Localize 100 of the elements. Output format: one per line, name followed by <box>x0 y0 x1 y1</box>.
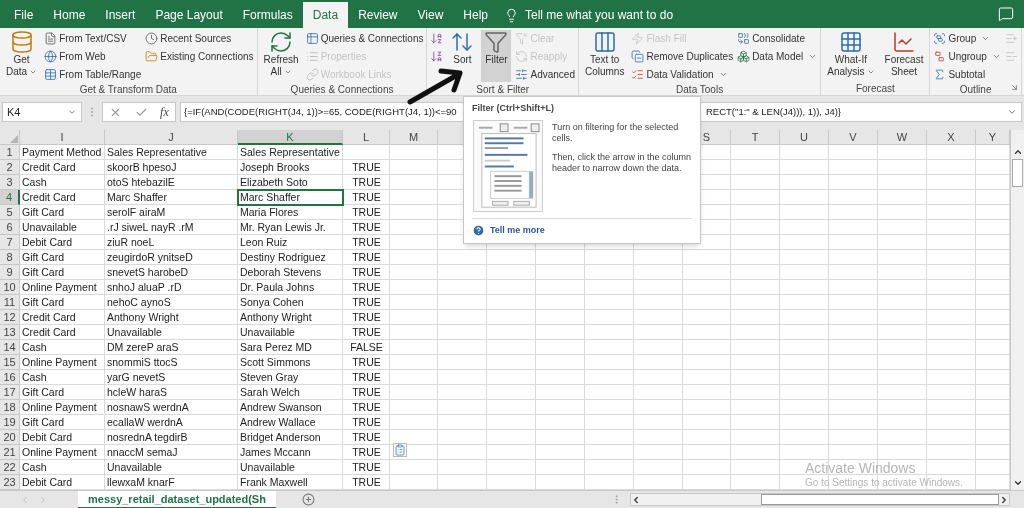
table-cell-text: Steven Gray <box>239 370 300 385</box>
table-cell-text: .rJ siweL nayR .rM <box>106 220 195 235</box>
table-cell-text: Cash <box>21 370 48 385</box>
table-cell-text: ecallaW werdnA <box>106 415 184 430</box>
table-cell-text: TRUE <box>351 370 382 385</box>
table-cell-text: FALSE <box>349 340 384 355</box>
table-cell-text: Mr. Ryan Lewis Jr. <box>239 220 327 235</box>
tooltip-text: Turn on filtering for the selected cells. <box>552 121 680 144</box>
table-cell-text: TRUE <box>351 265 382 280</box>
table-cell-text: Cash <box>21 340 48 355</box>
table-cell-text: Credit Card <box>21 310 77 325</box>
table-cell-text: yarG nevetS <box>106 370 167 385</box>
table-cell-text: Frank Maxwell <box>239 475 309 490</box>
table-cell-text: DM zereP araS <box>106 340 180 355</box>
table-cell-text: Andrew Swanson <box>239 400 323 415</box>
table-cell-text: TRUE <box>351 310 382 325</box>
group-label: Get & Transform Data <box>79 83 177 97</box>
table-cell-text: Credit Card <box>21 190 77 205</box>
group-label: Queries & Connections <box>290 83 394 97</box>
table-cell-text: Gift Card <box>21 250 65 265</box>
table-cell-text: TRUE <box>351 385 382 400</box>
table-cell-text: TRUE <box>351 325 382 340</box>
table-cell-text: Online Payment <box>21 400 98 415</box>
table-cell-text: Debit Card <box>21 235 74 250</box>
table-cell-text: Anthony Wright <box>106 310 180 325</box>
tooltip-title: Filter (Ctrl+Shift+L) <box>472 102 555 115</box>
table-cell-text: snevetS harobeD <box>106 265 190 280</box>
table-cell-text: Unavailable <box>106 325 163 340</box>
table-cell-text: Marc Shaffer <box>106 190 168 205</box>
table-cell-text: Joseph Brooks <box>239 160 311 175</box>
table-cell-text: Unavailable <box>239 460 296 475</box>
table-cell-text: hcleW haraS <box>106 385 169 400</box>
table-cell-text: Bridget Anderson <box>239 430 322 445</box>
table-cell-text: Gift Card <box>21 265 65 280</box>
table-cell-text: TRUE <box>351 235 382 250</box>
table-cell-text: Anthony Wright <box>239 310 313 325</box>
table-cell-text: TRUE <box>351 295 382 310</box>
table-cell-text: Leon Ruiz <box>239 235 289 250</box>
table-cell-text: Andrew Wallace <box>239 415 317 430</box>
table-cell-text: Online Payment <box>21 355 98 370</box>
table-cell-text: Gift Card <box>21 415 65 430</box>
table-cell-text: Sara Perez MD <box>239 340 313 355</box>
table-cell-text: TRUE <box>351 280 382 295</box>
table-cell-text: Debit Card <box>21 430 74 445</box>
table-cell-text: Credit Card <box>21 325 77 340</box>
table-cell-text: Debit Card <box>21 475 74 490</box>
activation-text: Go to Settings to activate Windows. <box>805 477 963 489</box>
table-cell-text: Maria Flores <box>239 205 300 220</box>
group-label: Outline <box>959 83 992 97</box>
tooltip-text: Then, click the arrow in the column header to narrow down the data. <box>552 151 692 174</box>
table-cell-text: Sonya Cohen <box>239 295 305 310</box>
table-cell: Marc Shaffer <box>238 190 343 205</box>
table-cell-text: zeugirdoR ynitseD <box>106 250 194 265</box>
table-cell-text: Gift Card <box>21 205 65 220</box>
table-cell-text: TRUE <box>351 415 382 430</box>
table-cell-text: Scott Simmons <box>239 355 312 370</box>
table-cell-text: TRUE <box>351 220 382 235</box>
table-cell-text: Destiny Rodriguez <box>239 250 327 265</box>
table-cell-text: TRUE <box>351 190 382 205</box>
table-cell-text: TRUE <box>351 160 382 175</box>
table-cell-text: James Mccann <box>239 445 312 460</box>
table-cell-text: TRUE <box>351 445 382 460</box>
table-cell-text: Gift Card <box>21 385 65 400</box>
table-cell-text: nosrednA tegdirB <box>106 430 189 445</box>
table-cell-text: Online Payment <box>21 280 98 295</box>
table-cell-text: Cash <box>21 175 48 190</box>
table-cell-text: snommiS ttocS <box>106 355 179 370</box>
group-label: Forecast <box>855 82 895 96</box>
group-label: Sort & Filter <box>476 83 530 97</box>
table-cell-text: TRUE <box>351 460 382 475</box>
table-cell-text: Unavailable <box>106 460 163 475</box>
table-cell-text: Dr. Paula Johns <box>239 280 316 295</box>
table-cell-text: Online Payment <box>21 445 98 460</box>
table-cell-text: serolF airaM <box>106 205 167 220</box>
table-cell-text: Credit Card <box>21 160 77 175</box>
table-cell-text: nosnawS werdnA <box>106 400 190 415</box>
table-cell-text: TRUE <box>351 430 382 445</box>
table-cell-text: ziuR noeL <box>106 235 156 250</box>
table-cell-text: TRUE <box>351 355 382 370</box>
table-cell-text: Sales Representative <box>106 145 208 160</box>
table-cell-text: Elizabeth Soto <box>239 175 309 190</box>
table-cell-text: Gift Card <box>21 295 65 310</box>
table-cell-text: Unavailable <box>21 220 78 235</box>
table-cell-text: Deborah Stevens <box>239 265 323 280</box>
table-cell-text: snhoJ aluaP .rD <box>106 280 183 295</box>
activation-title: Activate Windows <box>805 461 917 475</box>
group-label: Data Tools <box>676 83 724 97</box>
table-cell-text: TRUE <box>351 475 382 490</box>
table-cell-text: nehoC aynoS <box>106 295 172 310</box>
table-cell-text: Unavailable <box>239 325 296 340</box>
table-cell-text: nnaccM semaJ <box>106 445 179 460</box>
table-cell-text: Cash <box>21 460 48 475</box>
table-cell-text: Sarah Welch <box>239 385 301 400</box>
table-cell-text: TRUE <box>351 205 382 220</box>
table-cell-text: otoS htebazilE <box>106 175 176 190</box>
table-cell-text: skoorB hpesoJ <box>106 160 178 175</box>
table-cell-text: Payment Method <box>21 145 103 160</box>
table-cell-text: TRUE <box>351 400 382 415</box>
table-cell-text: TRUE <box>351 175 382 190</box>
table-cell-text: Sales Representative <box>239 145 341 160</box>
